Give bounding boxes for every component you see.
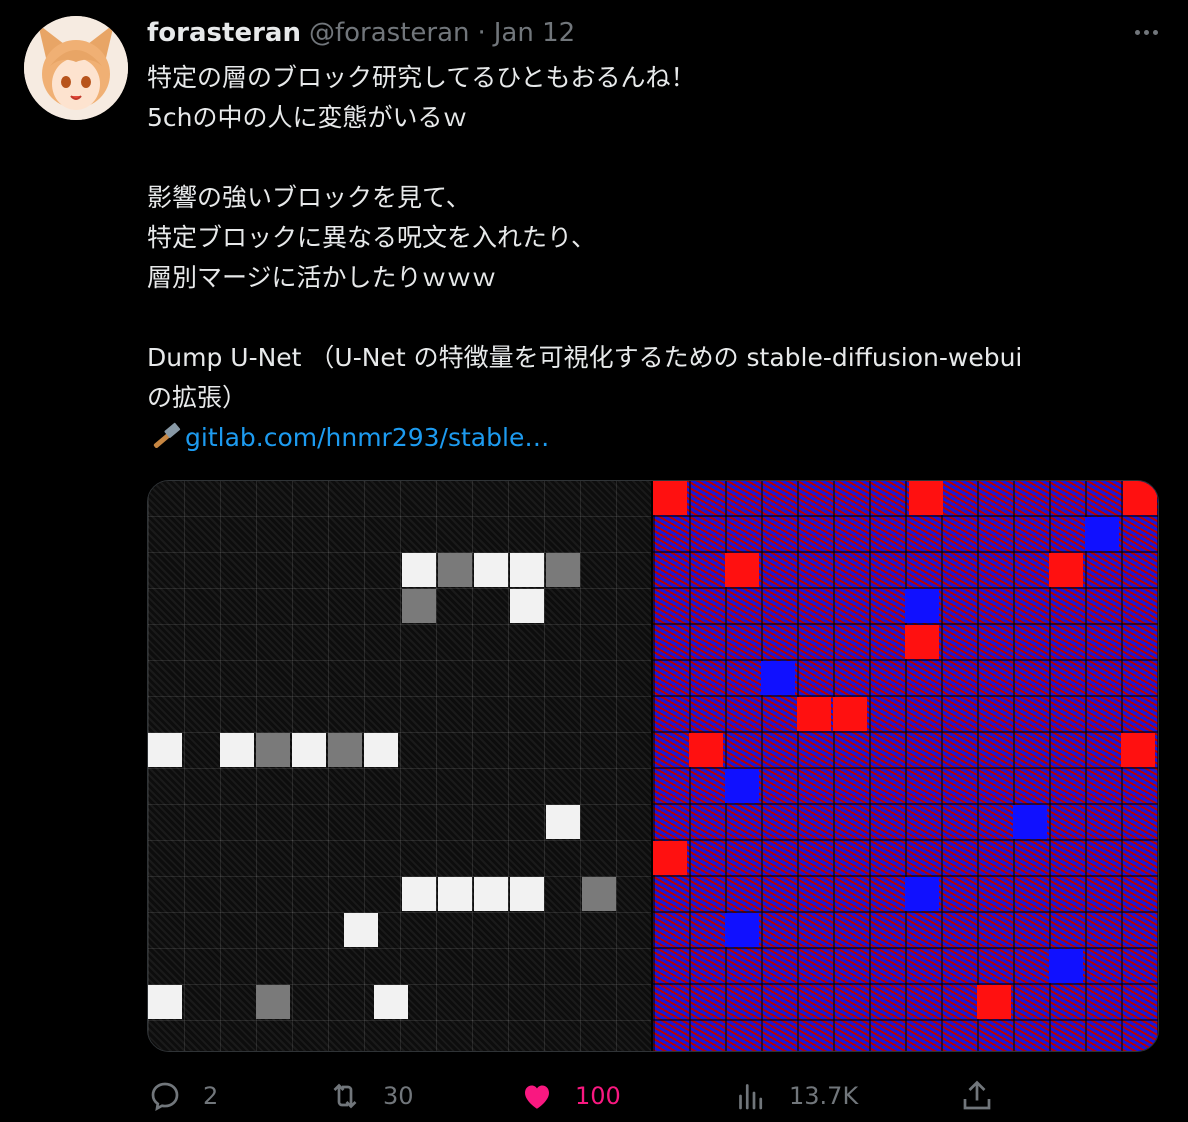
reply-icon [151, 1082, 179, 1111]
retweet-count: 30 [383, 1082, 414, 1110]
share-icon [963, 1080, 991, 1110]
tweet-date[interactable]: Jan 12 [494, 18, 575, 48]
like-count: 100 [575, 1082, 621, 1110]
tweet-line: の拡張） [147, 383, 248, 412]
grayscale-feature-grid [148, 481, 651, 1051]
tweet-line: 5chの中の人に変態がいるｗ [147, 103, 468, 132]
tweet-line: Dump U-Net （U-Net の特徴量を可視化するための stable-d… [147, 343, 1023, 372]
reply-count: 2 [203, 1082, 219, 1110]
views-icon [739, 1084, 763, 1110]
like-button[interactable]: 100 [519, 1078, 621, 1114]
tweet-media-image[interactable] [147, 480, 1159, 1052]
more-icon[interactable] [1126, 18, 1166, 46]
hammer-icon [153, 422, 181, 448]
tweet-line: 影響の強いブロックを見て、 [147, 183, 471, 212]
tweet-line [147, 138, 1157, 178]
views-button[interactable]: 13.7K [733, 1078, 858, 1114]
tweet-line: 特定の層のブロック研究してるひともおるんね！ [147, 63, 696, 92]
heart-icon [525, 1085, 549, 1109]
tweet-text: 特定の層のブロック研究してるひともおるんね！ 5chの中の人に変態がいるｗ 影響… [147, 58, 1157, 458]
retweet-button[interactable]: 30 [327, 1078, 414, 1114]
tweet-link[interactable]: gitlab.com/hnmr293/stable… [185, 418, 549, 458]
tweet-line [147, 298, 1157, 338]
user-handle[interactable]: @forasteran [309, 18, 470, 48]
separator-dot: · [477, 18, 486, 48]
display-name[interactable]: forasteran [147, 18, 301, 48]
retweet-icon [333, 1083, 357, 1109]
share-button[interactable] [959, 1078, 995, 1114]
views-count: 13.7K [789, 1082, 859, 1110]
tweet-line: 特定ブロックに異なる呪文を入れたり、 [147, 223, 597, 252]
red-blue-feature-grid [653, 481, 1158, 1051]
avatar[interactable] [24, 16, 128, 120]
tweet-actions: 2 30 100 13.7K [147, 1074, 1157, 1118]
tweet-line: 層別マージに活かしたりｗｗｗ [147, 263, 497, 292]
link-row: gitlab.com/hnmr293/stable… [147, 418, 1157, 458]
tweet-header: forasteran @forasteran · Jan 12 [147, 16, 575, 50]
reply-button[interactable]: 2 [147, 1078, 218, 1114]
